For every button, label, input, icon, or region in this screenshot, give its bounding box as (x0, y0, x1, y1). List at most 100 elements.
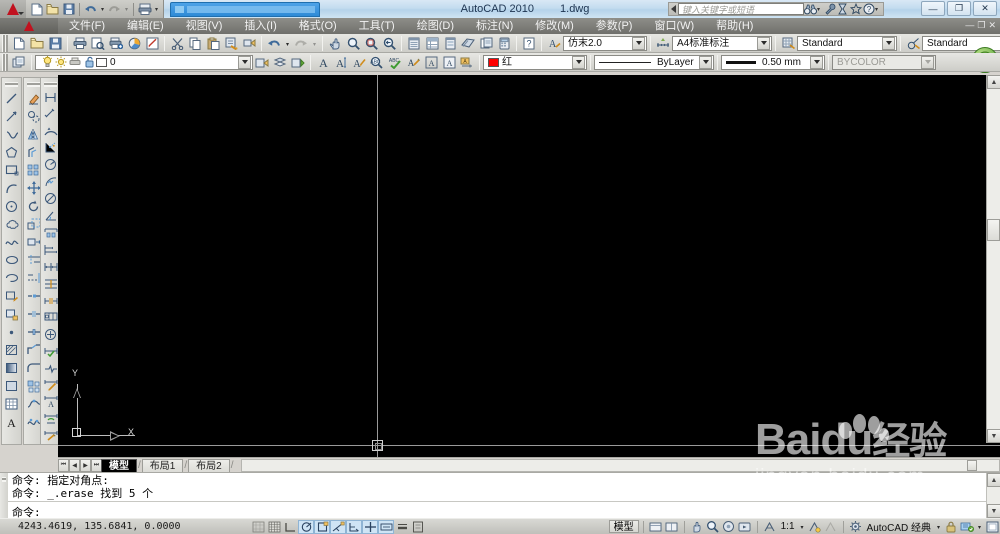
wrench-icon[interactable] (823, 3, 836, 16)
toolpalettes-icon[interactable] (441, 35, 459, 52)
workspace-dropdown-arrow-icon[interactable]: ▾ (934, 518, 943, 534)
mtext-icon[interactable]: A (2, 413, 21, 431)
dimension-style-combo[interactable]: A4标准标注 (672, 35, 772, 51)
grid-display-toggle[interactable] (266, 520, 282, 534)
star-icon[interactable] (849, 3, 862, 16)
canvas-horizontal-scrollbar[interactable] (241, 458, 1000, 472)
3dprint-icon[interactable] (125, 35, 143, 52)
allow-ucs-toggle[interactable] (346, 519, 362, 534)
steering-wheel-icon[interactable] (721, 520, 737, 534)
showmotion-icon[interactable] (737, 520, 753, 534)
lock-toolbar-icon[interactable] (943, 520, 959, 534)
lightbulb-on-icon[interactable] (40, 54, 54, 71)
find-text-icon[interactable]: ABC (368, 54, 386, 71)
zoom-previous-icon[interactable] (380, 35, 398, 52)
dimension-style-icon[interactable] (654, 35, 672, 52)
expand-left-icon[interactable] (671, 5, 676, 13)
annotation-scale-dropdown-arrow-icon[interactable]: ▾ (798, 518, 807, 534)
sheetset-icon[interactable] (459, 35, 477, 52)
object-snap-toggle[interactable] (314, 519, 330, 534)
cut-scissors-icon[interactable] (168, 35, 186, 52)
undo-button[interactable] (83, 2, 98, 17)
menu-file[interactable]: 文件(F) (58, 18, 116, 34)
doc-minimize-button[interactable]: — (965, 20, 974, 31)
ellipse-icon[interactable] (2, 251, 21, 269)
plot-preview-icon[interactable] (89, 35, 107, 52)
text-style-combo[interactable]: 仿末2.0 (563, 35, 647, 51)
drawing-canvas[interactable]: Y X (58, 75, 1000, 457)
menu-modify[interactable]: 修改(M) (524, 18, 585, 34)
command-scroll-down-button[interactable]: ▼ (987, 504, 1000, 518)
layer-combo[interactable]: 0 (35, 54, 253, 71)
osnap-tracking-toggle[interactable] (330, 519, 346, 534)
convert-text-icon[interactable]: A (458, 54, 476, 71)
pan-icon[interactable] (689, 520, 705, 534)
toolbar-grip[interactable] (2, 34, 8, 52)
calculator-icon[interactable] (495, 35, 513, 52)
multiline-text-icon[interactable]: A (314, 54, 332, 71)
undo-arrow-icon[interactable] (265, 35, 283, 52)
help-icon[interactable]: ? (862, 3, 875, 16)
toolbar-grip[interactable] (2, 53, 8, 71)
copy-icon[interactable] (186, 35, 204, 52)
first-layout-button[interactable]: ⏮ (58, 458, 69, 472)
multileader-style-icon[interactable] (904, 35, 922, 52)
auto-scale-icon[interactable] (823, 520, 839, 534)
open-file-button[interactable] (45, 2, 60, 17)
justify-text-icon[interactable]: A (440, 54, 458, 71)
designcenter-icon[interactable] (423, 35, 441, 52)
scroll-down-button[interactable]: ▼ (987, 429, 1000, 443)
properties-palette-icon[interactable] (405, 35, 423, 52)
vertical-scroll-thumb[interactable] (987, 219, 1000, 241)
document-tab[interactable] (170, 1, 320, 17)
arc-icon[interactable] (2, 179, 21, 197)
scroll-up-button[interactable]: ▲ (987, 75, 1000, 89)
model-space-button[interactable]: 模型 (608, 520, 639, 533)
application-menu-button[interactable] (0, 0, 26, 18)
blockeditor-icon[interactable] (240, 35, 258, 52)
toolbar-grip[interactable] (27, 82, 40, 87)
ellipse-arc-icon[interactable] (2, 269, 21, 287)
snap-mode-toggle[interactable] (250, 520, 266, 534)
command-scroll-up-button[interactable]: ▲ (987, 473, 1000, 487)
color-dropdown-button[interactable] (572, 55, 585, 69)
sun-freeze-icon[interactable] (54, 54, 68, 71)
restore-button[interactable]: ❐ (947, 1, 971, 16)
app-logo-button[interactable] (0, 18, 58, 34)
plot-button[interactable] (137, 2, 152, 17)
layer-state-icon[interactable] (271, 54, 289, 71)
redo-dropdown-arrow-icon[interactable]: ▾ (123, 6, 130, 13)
linetype-combo[interactable]: ByLayer (594, 54, 714, 70)
toolbar-grip[interactable] (5, 82, 18, 87)
rectangle-icon[interactable] (2, 161, 21, 179)
menu-help[interactable]: 帮助(H) (705, 18, 764, 34)
hourglass-icon[interactable] (836, 3, 849, 16)
linetype-dropdown-button[interactable] (699, 55, 712, 69)
edit-text-icon[interactable]: A (350, 54, 368, 71)
help-dropdown-arrow-icon[interactable]: ▾ (875, 6, 881, 13)
status-tray-dropdown-arrow-icon[interactable]: ▾ (975, 518, 984, 534)
menu-draw[interactable]: 绘图(D) (406, 18, 465, 34)
scale-text-icon[interactable]: A (422, 54, 440, 71)
dynamic-ucs-toggle[interactable] (362, 519, 378, 534)
hatch-icon[interactable] (2, 341, 21, 359)
text-style-dropdown-button[interactable] (632, 36, 645, 50)
menu-edit[interactable]: 编辑(E) (116, 18, 175, 34)
workspace-gear-icon[interactable] (848, 520, 864, 534)
floppy-disk-icon[interactable] (46, 35, 64, 52)
new-file-button[interactable] (29, 2, 44, 17)
insert-block-icon[interactable] (2, 287, 21, 305)
point-icon[interactable] (2, 323, 21, 341)
annotation-visibility-icon[interactable] (807, 520, 823, 534)
lineweight-combo[interactable]: 0.50 mm (721, 54, 825, 70)
gradient-icon[interactable] (2, 359, 21, 377)
paste-icon[interactable] (204, 35, 222, 52)
dimension-style-dropdown-button[interactable] (757, 36, 770, 50)
horizontal-scroll-thumb[interactable] (967, 459, 977, 471)
zoom-window-icon[interactable] (362, 35, 380, 52)
quick-view-layouts-icon[interactable] (648, 520, 664, 534)
table-icon[interactable] (2, 395, 21, 413)
layer-previous-icon[interactable] (253, 54, 271, 71)
quick-view-drawings-icon[interactable] (664, 520, 680, 534)
redo-button[interactable] (107, 2, 122, 17)
